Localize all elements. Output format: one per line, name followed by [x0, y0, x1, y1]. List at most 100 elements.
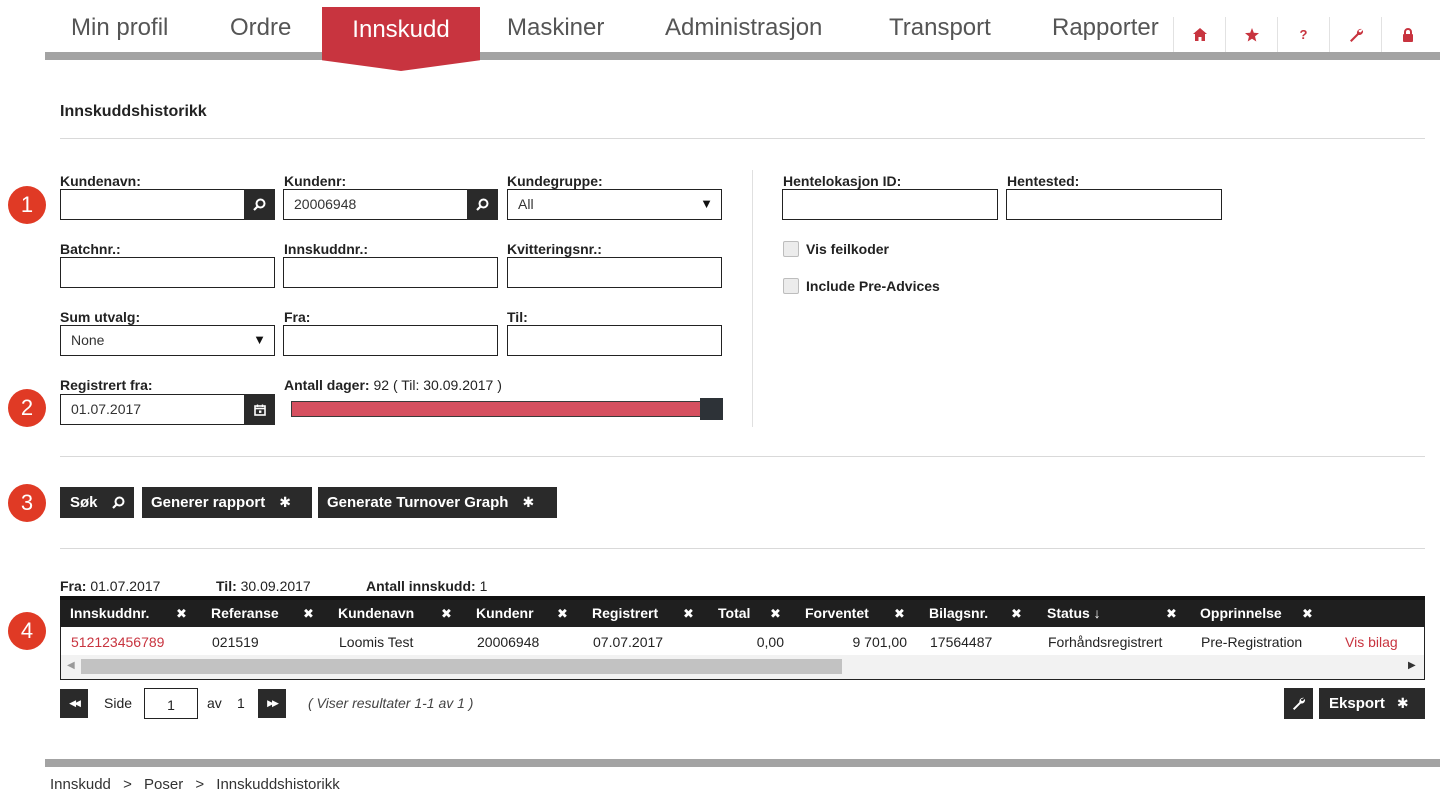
col-bilagsnr[interactable]: Bilagsnr.: [929, 600, 988, 627]
remove-column-icon[interactable]: ✖: [557, 600, 568, 627]
help-button[interactable]: ?: [1277, 17, 1329, 52]
fra-input[interactable]: [283, 325, 498, 356]
home-button[interactable]: [1173, 17, 1225, 52]
days-slider-track[interactable]: [291, 401, 701, 417]
kundegruppe-select[interactable]: All ▼: [507, 189, 722, 220]
cell-forventet: 9 701,00: [852, 634, 908, 650]
remove-column-icon[interactable]: ✖: [1302, 600, 1313, 627]
kundenr-search-button[interactable]: [467, 189, 498, 220]
hentested-input[interactable]: [1006, 189, 1222, 220]
scrollbar-thumb[interactable]: [81, 659, 842, 674]
favorites-button[interactable]: [1225, 17, 1277, 52]
hentested-label: Hentested:: [1007, 173, 1080, 189]
logout-button[interactable]: [1381, 17, 1433, 52]
col-registrert[interactable]: Registrert: [592, 600, 658, 627]
date-picker-button[interactable]: [244, 394, 275, 425]
remove-column-icon[interactable]: ✖: [894, 600, 905, 627]
kundenavn-search-button[interactable]: [244, 189, 275, 220]
result-info-fra: Fra: 01.07.2017: [60, 578, 160, 594]
sum-utvalg-value: None: [71, 332, 105, 348]
settings-button[interactable]: [1329, 17, 1381, 52]
hentelokasjon-id-input[interactable]: [782, 189, 998, 220]
footer-bar: [45, 759, 1440, 767]
generate-report-label: Generer rapport: [151, 494, 266, 511]
remove-column-icon[interactable]: ✖: [683, 600, 694, 627]
breadcrumb-item[interactable]: Poser: [144, 776, 183, 793]
breadcrumb-separator: >: [195, 776, 205, 793]
remove-column-icon[interactable]: ✖: [176, 600, 187, 627]
sum-utvalg-select[interactable]: None ▼: [60, 325, 275, 356]
tab-ordre[interactable]: Ordre: [230, 14, 291, 42]
prev-page-button[interactable]: ◀◀: [60, 689, 88, 718]
tab-innskudd[interactable]: Innskudd: [322, 7, 480, 53]
kundegruppe-label: Kundegruppe:: [507, 173, 603, 189]
vis-feilkoder-checkbox[interactable]: [783, 241, 799, 257]
tab-transport[interactable]: Transport: [889, 14, 991, 42]
turnover-graph-button[interactable]: Generate Turnover Graph ✱: [318, 487, 557, 518]
scroll-right-icon[interactable]: ▶: [1408, 660, 1416, 671]
col-kundenr[interactable]: Kundenr: [476, 600, 534, 627]
nav-underline: [45, 52, 1440, 60]
cell-innskuddnr-link[interactable]: 512123456789: [71, 634, 164, 650]
step-badge-2: 2: [8, 389, 46, 427]
vis-bilag-link[interactable]: Vis bilag: [1345, 634, 1398, 650]
column-settings-button[interactable]: [1284, 688, 1313, 719]
col-total[interactable]: Total: [718, 600, 750, 627]
col-forventet[interactable]: Forventet: [805, 600, 869, 627]
result-til-value: 30.09.2017: [240, 578, 311, 594]
registrert-fra-label: Registrert fra:: [60, 377, 153, 393]
next-page-button[interactable]: ▶▶: [258, 689, 286, 718]
col-status[interactable]: Status ↓: [1047, 600, 1101, 627]
kvitteringsnr-input[interactable]: [507, 257, 722, 288]
pager-av-label: av: [207, 695, 222, 711]
cell-kundenavn: Loomis Test: [339, 634, 414, 650]
cell-opprinnelse: Pre-Registration: [1201, 634, 1303, 650]
kvitteringsnr-label: Kvitteringsnr.:: [507, 241, 602, 257]
kundenavn-input[interactable]: [60, 189, 245, 220]
remove-column-icon[interactable]: ✖: [1011, 600, 1022, 627]
pager-total-pages: 1: [237, 695, 245, 711]
result-antall-value: 1: [479, 578, 488, 594]
days-slider-handle[interactable]: [700, 398, 723, 420]
search-button[interactable]: Søk: [60, 487, 134, 518]
step-badge-4: 4: [8, 612, 46, 650]
remove-column-icon[interactable]: ✖: [441, 600, 452, 627]
scroll-left-icon[interactable]: ◀: [67, 660, 75, 671]
tab-min-profil[interactable]: Min profil: [71, 14, 168, 42]
col-opprinnelse[interactable]: Opprinnelse: [1200, 600, 1282, 627]
cell-total: 0,00: [756, 634, 784, 650]
pager-side-label: Side: [104, 695, 133, 711]
kundenr-label: Kundenr:: [284, 173, 347, 189]
kundegruppe-value: All: [518, 196, 534, 212]
include-pre-advices-checkbox[interactable]: [783, 278, 799, 294]
result-fra-label: Fra:: [60, 578, 87, 594]
tab-rapporter[interactable]: Rapporter: [1052, 14, 1159, 42]
kundenr-input[interactable]: 20006948: [283, 189, 468, 220]
vis-feilkoder-label: Vis feilkoder: [806, 241, 890, 257]
page-number-input[interactable]: 1: [144, 688, 198, 719]
breadcrumb-item[interactable]: Innskudd: [50, 776, 111, 793]
col-innskuddnr[interactable]: Innskuddnr.: [70, 600, 149, 627]
page-title: Innskuddshistorikk: [60, 103, 207, 120]
til-label: Til:: [507, 309, 528, 325]
export-button[interactable]: Eksport ✱: [1319, 688, 1425, 719]
col-kundenavn[interactable]: Kundenavn: [338, 600, 414, 627]
til-input[interactable]: [507, 325, 722, 356]
registrert-fra-input[interactable]: 01.07.2017: [60, 394, 245, 425]
result-info-til: Til: 30.09.2017: [216, 578, 311, 594]
tab-administrasjon[interactable]: Administrasjon: [665, 14, 822, 42]
col-referanse[interactable]: Referanse: [211, 600, 279, 627]
remove-column-icon[interactable]: ✖: [770, 600, 781, 627]
table-row[interactable]: 512123456789 021519 Loomis Test 20006948…: [61, 627, 1424, 655]
help-icon: ?: [1299, 27, 1308, 42]
batchnr-input[interactable]: [60, 257, 275, 288]
remove-column-icon[interactable]: ✖: [303, 600, 314, 627]
remove-column-icon[interactable]: ✖: [1166, 600, 1177, 627]
cell-referanse: 021519: [212, 634, 259, 650]
hentelokasjon-id-label: Hentelokasjon ID:: [783, 173, 902, 189]
result-fra-value: 01.07.2017: [90, 578, 161, 594]
generate-report-button[interactable]: Generer rapport ✱: [142, 487, 312, 518]
export-button-label: Eksport: [1329, 695, 1385, 712]
innskuddnr-input[interactable]: [283, 257, 498, 288]
tab-maskiner[interactable]: Maskiner: [507, 14, 604, 42]
